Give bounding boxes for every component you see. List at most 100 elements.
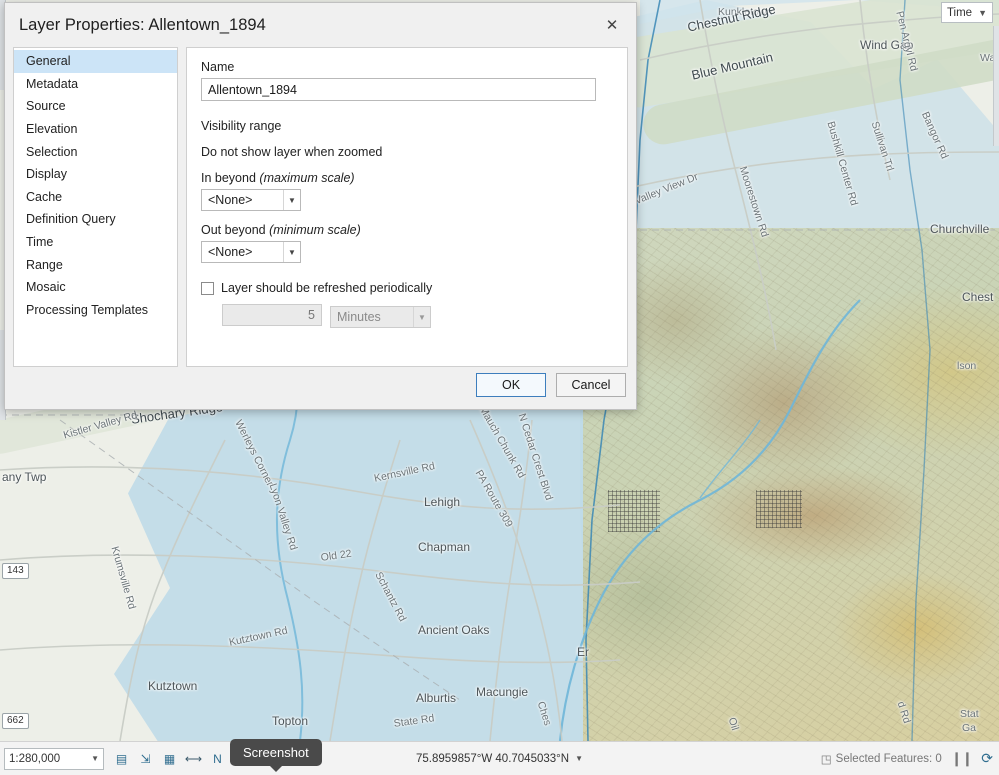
nav-item-label: Time [26, 235, 54, 250]
coordinate-readout: 75.8959857°W 40.7045033°N ▼ [416, 753, 583, 765]
dialog-title-bar[interactable]: Layer Properties: Allentown_1894 ✕ [5, 3, 636, 47]
nav-item-label: Source [26, 99, 66, 114]
map-label: Chest [962, 290, 994, 304]
chevron-down-icon[interactable]: ▼ [283, 242, 300, 262]
out-beyond-caption: Out beyond (minimum scale) [201, 223, 613, 237]
bookmark-icon[interactable]: ⇲ [137, 750, 154, 767]
refresh-checkbox-row[interactable]: Layer should be refreshed periodically [201, 281, 613, 295]
visibility-range-note: Do not show layer when zoomed [201, 145, 383, 159]
nav-item-cache[interactable]: Cache [14, 186, 177, 209]
ok-button[interactable]: OK [476, 373, 546, 397]
nav-item-label: Display [26, 167, 67, 182]
in-beyond-hint: (maximum scale) [259, 171, 355, 185]
in-beyond-label: In beyond [201, 171, 256, 185]
close-icon[interactable]: ✕ [598, 11, 626, 39]
refresh-checkbox-label: Layer should be refreshed periodically [221, 281, 433, 295]
nav-item-time[interactable]: Time [14, 231, 177, 254]
nav-item-definition-query[interactable]: Definition Query [14, 208, 177, 231]
map-label: Macungie [476, 685, 529, 699]
refresh-interval-value: 5 [308, 308, 315, 322]
nav-item-general[interactable]: General [14, 50, 177, 73]
out-beyond-row: Out beyond (minimum scale) <None> ▼ [201, 223, 613, 263]
nav-item-mosaic[interactable]: Mosaic [14, 276, 177, 299]
out-beyond-label: Out beyond [201, 223, 266, 237]
map-label: Topton [272, 714, 309, 728]
general-settings-pane: Name Visibility range Do not show layer … [186, 47, 628, 367]
chevron-down-icon[interactable]: ▼ [575, 754, 583, 763]
map-label: Ancient Oaks [418, 623, 490, 637]
visibility-range-heading: Visibility range [201, 119, 282, 133]
map-label: Churchville [930, 222, 990, 236]
nav-item-display[interactable]: Display [14, 163, 177, 186]
map-layers-icon[interactable]: ▤ [113, 750, 130, 767]
chevron-down-icon[interactable]: ▼ [283, 190, 300, 210]
chevron-down-icon[interactable]: ▼ [91, 754, 99, 763]
refresh-interval-input[interactable]: 5 [222, 304, 322, 326]
in-beyond-row: In beyond (maximum scale) <None> ▼ [201, 171, 613, 211]
in-beyond-caption: In beyond (maximum scale) [201, 171, 613, 185]
chevron-down-icon[interactable]: ▼ [413, 307, 430, 327]
refresh-unit-select[interactable]: Minutes ▼ [330, 306, 431, 328]
layer-name-input[interactable] [201, 78, 596, 101]
screenshot-tooltip[interactable]: Screenshot [230, 739, 322, 772]
dialog-body: General Metadata Source Elevation Select… [5, 47, 636, 409]
refresh-checkbox[interactable] [201, 281, 214, 295]
out-beyond-value: <None> [208, 245, 253, 259]
map-scale-selector[interactable]: 1:280,000 ▼ [4, 747, 104, 770]
coordinate-value: 75.8959857°W 40.7045033°N [416, 752, 570, 765]
map-right-panel-handle[interactable] [993, 26, 999, 146]
map-scale-value: 1:280,000 [9, 752, 61, 765]
dialog-footer: OK Cancel [476, 373, 626, 397]
nav-item-source[interactable]: Source [14, 95, 177, 118]
nav-item-label: Selection [26, 144, 78, 159]
map-label: Ga [962, 722, 977, 734]
dialog-nav-list[interactable]: General Metadata Source Elevation Select… [13, 47, 178, 367]
dialog-title: Layer Properties: Allentown_1894 [19, 15, 266, 34]
map-label: Chapman [418, 540, 471, 554]
nav-item-label: Cache [26, 189, 63, 204]
refresh-icon[interactable]: ⟳ [981, 750, 993, 767]
layer-properties-dialog[interactable]: Layer Properties: Allentown_1894 ✕ Gener… [4, 2, 637, 410]
north-arrow-icon[interactable]: N [209, 750, 226, 767]
nav-item-label: Range [26, 257, 63, 272]
nav-item-label: Definition Query [26, 212, 116, 227]
nav-item-label: Elevation [26, 122, 78, 137]
map-label: Er [577, 645, 589, 659]
refresh-unit-value: Minutes [337, 310, 381, 324]
route-shield: 143 [2, 563, 29, 579]
pause-drawing-icon[interactable]: ❙❙ [951, 750, 973, 767]
map-label: Kutztown [148, 679, 198, 693]
selection-icon: ◳ [820, 753, 832, 766]
time-slider-widget[interactable]: Time ▼ [940, 2, 993, 23]
nav-item-metadata[interactable]: Metadata [14, 73, 177, 96]
grid-icon[interactable]: ▦ [161, 750, 178, 767]
nav-item-range[interactable]: Range [14, 253, 177, 276]
map-label: lson [957, 360, 977, 372]
in-beyond-value: <None> [208, 193, 253, 207]
out-beyond-select[interactable]: <None> ▼ [201, 241, 301, 263]
map-label: Stat [960, 708, 979, 720]
time-widget-label: Time [946, 6, 973, 19]
cancel-button[interactable]: Cancel [556, 373, 626, 397]
out-beyond-hint: (minimum scale) [269, 223, 361, 237]
status-bar: 1:280,000 ▼ ▤ ⇲ ▦ ⟷ N ▼ 75.8959857°W 40.… [0, 741, 999, 775]
route-shield: 662 [2, 713, 29, 729]
refresh-interval-row: 5 Minutes ▼ [222, 302, 613, 328]
nav-item-processing-templates[interactable]: Processing Templates [14, 299, 177, 322]
name-field-label: Name [201, 60, 235, 74]
chevron-down-icon[interactable]: ▼ [978, 8, 987, 18]
map-label: Lehigh [424, 495, 461, 509]
nav-item-label: Processing Templates [26, 302, 149, 317]
map-label: any Twp [2, 470, 47, 484]
status-bar-tools: ▤ ⇲ ▦ ⟷ N ▼ [113, 750, 246, 767]
measure-icon[interactable]: ⟷ [185, 750, 202, 767]
selected-features-status: ◳ Selected Features: 0 [821, 752, 942, 766]
in-beyond-select[interactable]: <None> ▼ [201, 189, 301, 211]
status-bar-right: ◳ Selected Features: 0 ❙❙ ⟳ [821, 750, 993, 767]
nav-item-label: Metadata [26, 76, 79, 91]
selected-features-label: Selected Features: 0 [835, 752, 942, 765]
nav-item-label: General [26, 54, 71, 69]
nav-item-elevation[interactable]: Elevation [14, 118, 177, 141]
nav-item-selection[interactable]: Selection [14, 140, 177, 163]
map-label: Alburtis [416, 691, 457, 705]
